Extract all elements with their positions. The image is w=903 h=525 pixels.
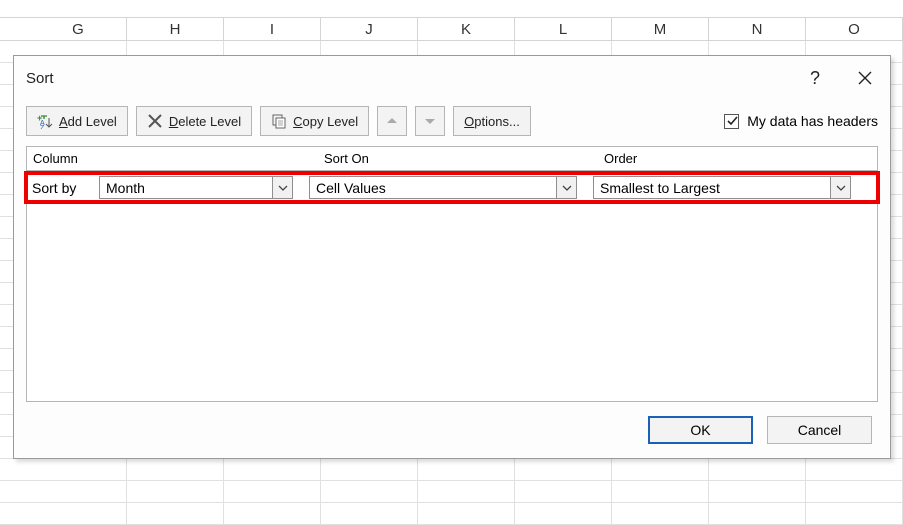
col-head[interactable]: J <box>321 17 418 41</box>
col-head[interactable]: O <box>806 17 903 41</box>
add-level-label: Add Level <box>59 114 117 129</box>
header-order: Order <box>598 151 877 166</box>
delete-level-label: Delete Level <box>169 114 241 129</box>
checkmark-icon <box>726 115 738 127</box>
sort-on-value: Cell Values <box>310 180 556 196</box>
sort-dialog: Sort ? + A Z Add Level Delete Level <box>13 55 891 459</box>
dialog-title: Sort <box>26 70 790 87</box>
copy-level-label: Copy Level <box>293 114 358 129</box>
copy-level-icon <box>271 113 287 129</box>
chevron-down-icon <box>562 183 572 193</box>
dropdown-button[interactable] <box>272 177 292 198</box>
col-head[interactable]: L <box>515 17 612 41</box>
headers-checkbox-label: My data has headers <box>747 113 878 129</box>
col-head[interactable]: G <box>30 17 127 41</box>
col-head[interactable]: K <box>418 17 515 41</box>
sort-column-value: Month <box>100 180 272 196</box>
chevron-down-icon <box>278 183 288 193</box>
delete-level-icon <box>147 113 163 129</box>
dialog-titlebar: Sort ? <box>14 56 890 100</box>
dropdown-button[interactable] <box>830 177 850 198</box>
add-level-icon: + A Z <box>37 113 53 129</box>
help-button[interactable]: ? <box>790 56 840 100</box>
svg-text:Z: Z <box>40 125 45 129</box>
close-icon <box>858 71 872 85</box>
sort-order-value: Smallest to Largest <box>594 180 830 196</box>
move-down-button[interactable] <box>415 106 445 136</box>
chevron-down-icon <box>836 183 846 193</box>
sort-levels-header-row: Column Sort On Order <box>27 147 877 171</box>
column-headers-row: G H I J K L M N O <box>0 17 903 41</box>
sort-on-dropdown[interactable]: Cell Values <box>309 176 577 199</box>
sort-levels-panel: Column Sort On Order Sort by Month Cell … <box>26 146 878 402</box>
col-head[interactable]: I <box>224 17 321 41</box>
delete-level-button[interactable]: Delete Level <box>136 106 252 136</box>
add-level-button[interactable]: + A Z Add Level <box>26 106 128 136</box>
chevron-down-icon <box>425 116 435 126</box>
close-button[interactable] <box>840 56 890 100</box>
col-head[interactable]: H <box>127 17 224 41</box>
copy-level-button[interactable]: Copy Level <box>260 106 369 136</box>
sort-level-row: Sort by Month Cell Values Smallest to La… <box>24 171 880 204</box>
dialog-toolbar: + A Z Add Level Delete Level Copy Level <box>14 100 890 146</box>
chevron-up-icon <box>387 116 397 126</box>
col-head[interactable]: N <box>709 17 806 41</box>
sort-by-label: Sort by <box>28 180 99 196</box>
sort-column-dropdown[interactable]: Month <box>99 176 293 199</box>
my-data-has-headers-checkbox[interactable]: My data has headers <box>724 113 878 129</box>
ok-button[interactable]: OK <box>648 416 753 444</box>
options-button[interactable]: Options... <box>453 106 531 136</box>
header-column: Column <box>27 151 318 166</box>
help-icon: ? <box>810 68 820 89</box>
options-label: Options... <box>464 114 520 129</box>
sort-order-dropdown[interactable]: Smallest to Largest <box>593 176 851 199</box>
cancel-button[interactable]: Cancel <box>767 416 872 444</box>
header-sorton: Sort On <box>318 151 598 166</box>
checkbox-box <box>724 114 739 129</box>
move-up-button[interactable] <box>377 106 407 136</box>
dialog-footer: OK Cancel <box>14 402 890 458</box>
col-head[interactable]: M <box>612 17 709 41</box>
dropdown-button[interactable] <box>556 177 576 198</box>
